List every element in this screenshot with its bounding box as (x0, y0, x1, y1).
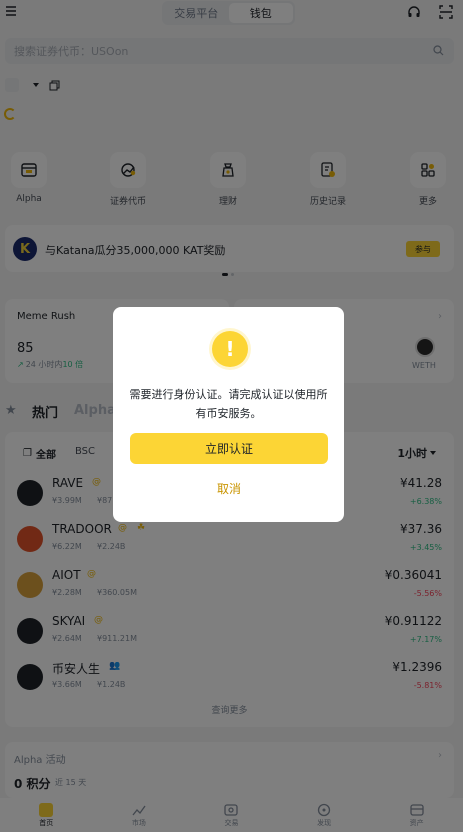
dialog-message: 需要进行身份认证。请完成认证以使用所有币安服务。 (129, 388, 328, 420)
verification-dialog: ! 需要进行身份认证。请完成认证以使用所有币安服务。 立即认证 取消 (113, 307, 344, 522)
warning-icon: ! (212, 331, 248, 367)
verify-now-button[interactable]: 立即认证 (130, 433, 328, 464)
cancel-button[interactable]: 取消 (130, 480, 328, 497)
